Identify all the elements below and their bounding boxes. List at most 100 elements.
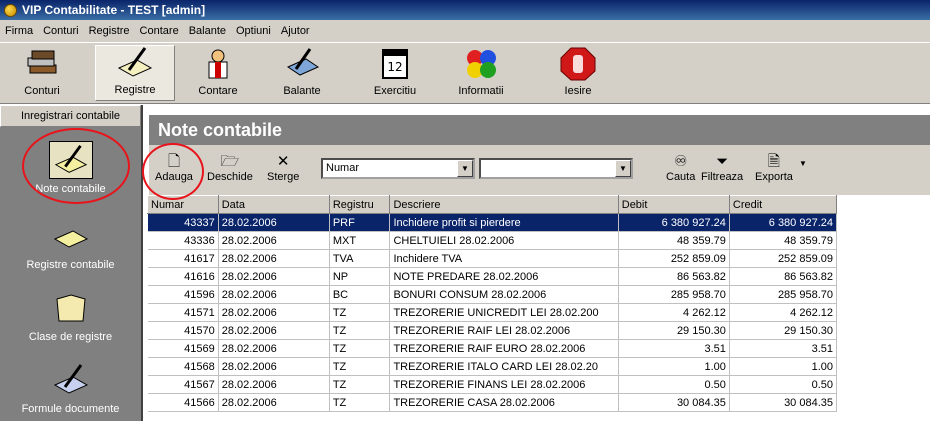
column-header-credit[interactable]: Credit (728, 195, 838, 214)
table-cell: 252 859.09 (729, 249, 838, 268)
menu-conturi[interactable]: Conturi (38, 25, 83, 37)
table-cell: 86 563.82 (618, 267, 730, 286)
table-cell: 1.00 (618, 357, 730, 376)
menu-optiuni[interactable]: Optiuni (231, 25, 276, 37)
table-cell: 285 958.70 (729, 285, 838, 304)
column-header-descriere[interactable]: Descriere (389, 195, 619, 214)
filter-button[interactable]: ⏷ Filtreaza (701, 153, 743, 183)
filter-combo[interactable]: ▼ (479, 158, 633, 179)
search-button[interactable]: ♾ Cauta (666, 153, 695, 183)
export-dropdown[interactable]: ▼ (799, 159, 807, 168)
menu-balante[interactable]: Balante (184, 25, 231, 37)
menu-ajutor[interactable]: Ajutor (276, 25, 315, 37)
table-header: Numar Data Registru Descriere Debit Cred… (147, 195, 838, 214)
column-header-debit[interactable]: Debit (617, 195, 730, 214)
menu-contare[interactable]: Contare (135, 25, 184, 37)
table-row[interactable]: 41617 28.02.2006 TVA Inchidere TVA 252 859.0… (147, 249, 838, 268)
table-row[interactable]: 43336 28.02.2006 MXT CHELTUIELI 28.02.2006 4… (147, 231, 838, 250)
svg-text:12: 12 (387, 60, 402, 74)
delete-button-label: Sterge (267, 171, 300, 183)
table-cell: TREZORERIE UNICREDIT LEI 28.02.200 (389, 303, 619, 322)
table-cell: 43337 (147, 213, 219, 232)
table-cell: BONURI CONSUM 28.02.2006 (389, 285, 619, 304)
menu-firma[interactable]: Firma (0, 25, 38, 37)
page-title: Note contabile (149, 115, 930, 145)
table-cell: 285 958.70 (618, 285, 730, 304)
column-header-data[interactable]: Data (217, 195, 330, 214)
sidebar-item-formule-documente[interactable]: Formule documente (0, 361, 141, 415)
sort-combo[interactable]: Numar ▼ (321, 158, 475, 179)
table-row[interactable]: 41568 28.02.2006 TZ TREZORERIE ITALO CARD L… (147, 357, 838, 376)
export-button[interactable]: 🗎 Exporta (755, 153, 793, 183)
app-icon (4, 3, 17, 17)
table-cell: 3.51 (618, 339, 730, 358)
open-button[interactable]: 🗁 Deschide (207, 153, 253, 183)
chevron-down-icon[interactable]: ▼ (457, 160, 473, 177)
table-cell: TZ (329, 321, 391, 340)
table-cell: 28.02.2006 (218, 375, 330, 394)
toolbar-label: Informatii (458, 85, 504, 97)
table-row[interactable]: 41567 28.02.2006 TZ TREZORERIE FINANS LEI 2… (147, 375, 838, 394)
table-cell: 86 563.82 (729, 267, 838, 286)
toolbar-exercitiu-button[interactable]: 12 Exercitiu (355, 47, 435, 97)
toolbar-iesire-button[interactable]: Iesire (538, 47, 618, 97)
table-cell: NP (329, 267, 391, 286)
table-row[interactable]: 41571 28.02.2006 TZ TREZORERIE UNICREDIT LE… (147, 303, 838, 322)
toolbar-balante-button[interactable]: Balante (262, 47, 342, 97)
toolbar-conturi-button[interactable]: Conturi (2, 47, 82, 97)
table-row[interactable]: 41570 28.02.2006 TZ TREZORERIE RAIF LEI 28.… (147, 321, 838, 340)
table-cell: TREZORERIE FINANS LEI 28.02.2006 (389, 375, 619, 394)
table-row[interactable]: 41596 28.02.2006 BC BONURI CONSUM 28.02.200… (147, 285, 838, 304)
scales-icon (286, 48, 320, 76)
table-cell: 43336 (147, 231, 219, 250)
table-cell: Inchidere profit si pierdere (389, 213, 619, 232)
table-cell: TZ (329, 375, 391, 394)
table-cell: 28.02.2006 (218, 393, 330, 412)
ledger-icon (53, 230, 88, 248)
table-cell: 6 380 927.24 (729, 213, 838, 232)
annotation-circle (142, 143, 204, 200)
content-toolbar: 🗋 Adauga 🗁 Deschide ✕ Sterge Numar ▼ ▼ ♾… (149, 145, 930, 195)
window-title: VIP Contabilitate - TEST [admin] (22, 3, 206, 17)
table-cell: 4 262.12 (618, 303, 730, 322)
folder-icon (55, 294, 86, 322)
table-cell: 3.51 (729, 339, 838, 358)
toolbar-contare-button[interactable]: Contare (178, 47, 258, 97)
filter-button-label: Filtreaza (701, 171, 744, 183)
register-pen-icon (117, 47, 153, 77)
table-row[interactable]: 43337 28.02.2006 PRF Inchidere profit si pi… (147, 213, 838, 232)
delete-x-icon: ✕ (276, 153, 290, 170)
sidebar-item-clase-de-registre[interactable]: Clase de registre (0, 289, 141, 343)
table-row[interactable]: 41566 28.02.2006 TZ TREZORERIE CASA 28.02.2… (147, 393, 838, 412)
table-cell: TREZORERIE ITALO CARD LEI 28.02.20 (389, 357, 619, 376)
column-header-registru[interactable]: Registru (328, 195, 391, 214)
menu-registre[interactable]: Registre (84, 25, 135, 37)
table-cell: 28.02.2006 (218, 357, 330, 376)
table-cell: 0.50 (729, 375, 838, 394)
table-cell: 28.02.2006 (218, 267, 330, 286)
sidebar-header[interactable]: Inregistrari contabile (0, 105, 141, 127)
table-row[interactable]: 41616 28.02.2006 NP NOTE PREDARE 28.02.2006… (147, 267, 838, 286)
table-cell: 28.02.2006 (218, 213, 330, 232)
sidebar-item-registre-contabile[interactable]: Registre contabile (0, 217, 141, 271)
table-cell: 41616 (147, 267, 219, 286)
table-cell: NOTE PREDARE 28.02.2006 (389, 267, 619, 286)
delete-button[interactable]: ✕ Sterge (267, 153, 299, 183)
table-cell: 48 359.79 (729, 231, 838, 250)
table-cell: 41596 (147, 285, 219, 304)
table-cell: Inchidere TVA (389, 249, 619, 268)
toolbar-label: Balante (283, 85, 321, 97)
table-cell: 28.02.2006 (218, 231, 330, 250)
chevron-down-icon[interactable]: ▼ (615, 160, 631, 177)
table-row[interactable]: 41569 28.02.2006 TZ TREZORERIE RAIF EURO 28… (147, 339, 838, 358)
toolbar-label: Registre (114, 84, 156, 96)
toolbar-registre-button[interactable]: Registre (95, 45, 175, 101)
table-cell: TZ (329, 357, 391, 376)
table-cell: 48 359.79 (618, 231, 730, 250)
table-cell: 29 150.30 (729, 321, 838, 340)
table-cell: 28.02.2006 (218, 285, 330, 304)
table-cell: 41617 (147, 249, 219, 268)
table-cell: TZ (329, 393, 391, 412)
toolbar-informatii-button[interactable]: Informatii (441, 47, 521, 97)
open-folder-icon: 🗁 (220, 153, 240, 170)
